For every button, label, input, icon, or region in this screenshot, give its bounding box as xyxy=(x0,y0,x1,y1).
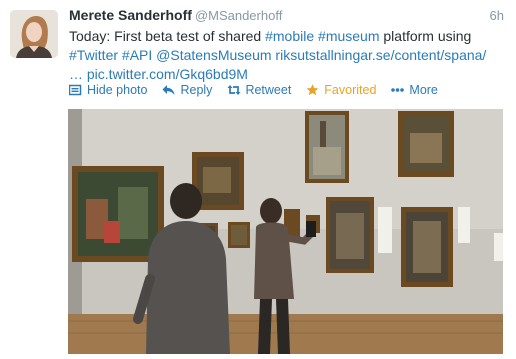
tweet-actions: Hide photo Reply Retweet Favorited More xyxy=(68,81,453,99)
hashtag-museum[interactable]: #museum xyxy=(318,28,379,44)
username[interactable]: @MSanderhoff xyxy=(195,8,282,23)
hide-photo-label: Hide photo xyxy=(87,83,148,97)
retweet-icon xyxy=(227,84,241,96)
star-icon xyxy=(306,84,319,96)
hashtag-mobile[interactable]: #mobile xyxy=(265,28,314,44)
tweet: Merete Sanderhoff @MSanderhoff 6h Today: … xyxy=(0,0,516,359)
fullname[interactable]: Merete Sanderhoff xyxy=(69,7,192,23)
reply-button[interactable]: Reply xyxy=(162,83,212,97)
hashtag-api[interactable]: #API xyxy=(122,47,152,63)
more-button[interactable]: More xyxy=(391,83,438,97)
url-link[interactable]: riksutstallningar.se/content/spana/ xyxy=(275,47,486,63)
hashtag-twitter[interactable]: #Twitter xyxy=(69,47,118,63)
mention-statensmuseum[interactable]: @StatensMuseum xyxy=(156,47,271,63)
favorited-label: Favorited xyxy=(324,83,377,97)
text-plain: Today: First beta test of shared xyxy=(69,28,266,44)
photo-icon xyxy=(68,84,82,96)
retweet-button[interactable]: Retweet xyxy=(227,83,291,97)
favorited-button[interactable]: Favorited xyxy=(306,83,376,97)
url-ellipsis[interactable]: … xyxy=(69,66,83,82)
pic-link[interactable]: pic.twitter.com/Gkq6bd9M xyxy=(87,66,248,82)
tweet-photo[interactable] xyxy=(68,109,503,354)
more-label: More xyxy=(409,83,438,97)
reply-label: Reply xyxy=(180,83,213,97)
dots-icon xyxy=(391,84,405,96)
tweet-header: Merete Sanderhoff @MSanderhoff 6h xyxy=(69,7,504,25)
text-plain-end: platform using xyxy=(379,28,472,44)
reply-arrow-icon xyxy=(162,84,175,96)
hide-photo-button[interactable]: Hide photo xyxy=(68,83,148,97)
avatar[interactable] xyxy=(10,10,58,58)
timestamp[interactable]: 6h xyxy=(490,8,504,23)
tweet-text: Today: First beta test of shared #mobile… xyxy=(69,27,509,84)
retweet-label: Retweet xyxy=(245,83,292,97)
